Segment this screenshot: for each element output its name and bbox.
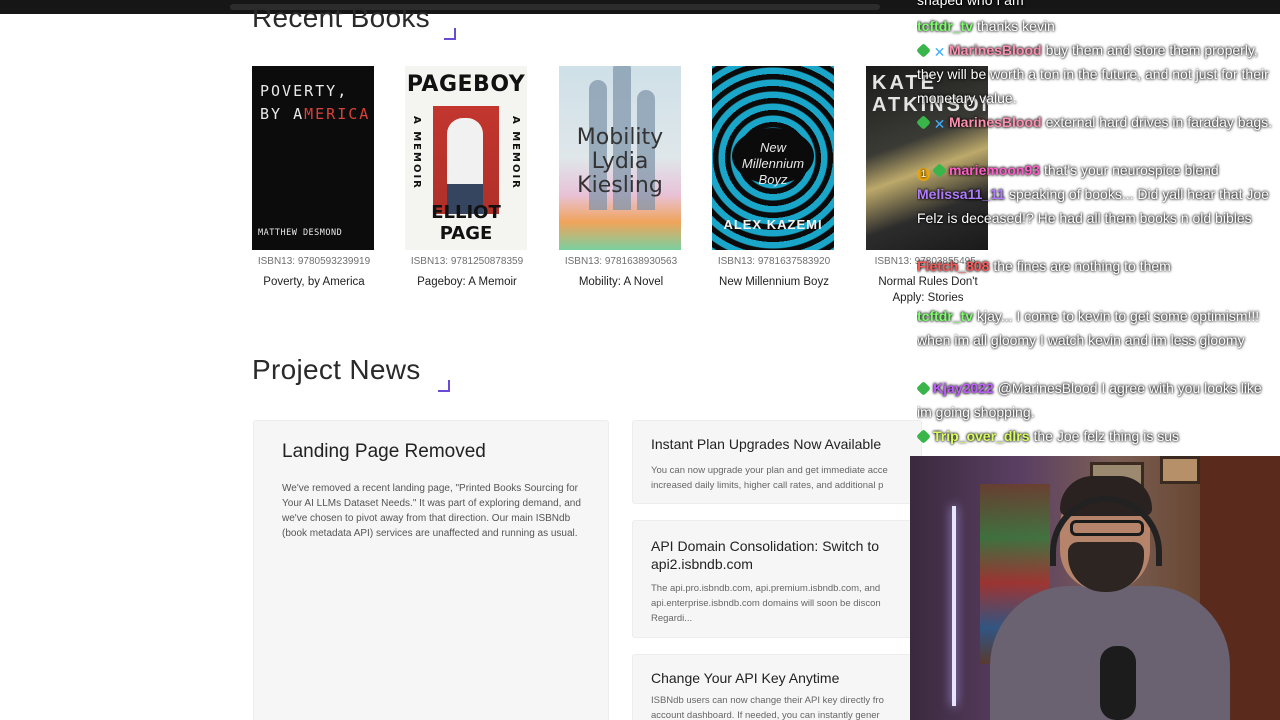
chat-message: ✕ MarinesBlood external hard drives in far… xyxy=(917,110,1273,134)
news-title[interactable]: API Domain Consolidation: Switch to xyxy=(651,537,879,555)
chat-text: thanks kevin xyxy=(977,18,1055,34)
book-card[interactable]: PAGEBOY A MEMOIR A MEMOIR ELLIOT PAGE IS… xyxy=(405,66,529,290)
cover-person-image xyxy=(447,118,483,214)
sword-badge-icon: ✕ xyxy=(933,116,946,132)
cover-side-text: A MEMOIR xyxy=(510,116,521,190)
chat-text: the fines are nothing to them xyxy=(993,258,1171,274)
cover-author: ALEX KAZEMI xyxy=(723,217,823,232)
news-card[interactable]: Instant Plan Upgrades Now Available You … xyxy=(632,420,922,504)
recent-books-heading: Recent Books xyxy=(252,2,430,33)
book-isbn: ISBN13: 9781637583920 xyxy=(717,256,831,267)
microphone-icon xyxy=(1100,646,1136,720)
news-excerpt-line: account dashboard. If needed, you can in… xyxy=(651,710,880,720)
project-news-heading: Project News xyxy=(252,354,421,385)
cover-title: PAGEBOY xyxy=(406,72,526,97)
chat-message: Fletch_808 the fines are nothing to them xyxy=(917,254,1273,278)
cover-title: POVERTY, xyxy=(260,82,349,100)
book-card[interactable]: POVERTY, BY AMERICA MATTHEW DESMOND ISBN1… xyxy=(252,66,376,290)
chat-username[interactable]: Melissa11_11 xyxy=(917,186,1005,202)
news-body: We've removed a recent landing page, "Pr… xyxy=(282,483,581,539)
chat-username[interactable]: tcftdr_tv xyxy=(917,308,973,324)
chat-text: shaped who I am xyxy=(917,0,1024,8)
sub-badge-icon xyxy=(917,115,931,130)
cover-author: MATTHEW DESMOND xyxy=(258,228,343,238)
book-isbn: ISBN13: 9780593239919 xyxy=(257,256,371,267)
heading-accent-mark xyxy=(444,28,456,40)
news-title[interactable]: Instant Plan Upgrades Now Available xyxy=(651,435,881,453)
cover-side-text: A MEMOIR xyxy=(411,116,422,190)
webcam-picture-frame xyxy=(1160,456,1200,484)
book-title[interactable]: Mobility: A Novel xyxy=(559,274,683,290)
chat-message: shaped who I am xyxy=(917,0,1273,12)
chat-message: Trip_over_dlrs the Joe felz thing is sus xyxy=(917,424,1273,448)
news-title[interactable]: api2.isbndb.com xyxy=(651,555,753,573)
sub-badge-icon xyxy=(917,381,931,396)
chat-username[interactable]: mariemoon93 xyxy=(949,162,1040,178)
cover-title: MERICA xyxy=(304,105,371,123)
chat-username[interactable]: tcftdr_tv xyxy=(917,18,973,34)
webcam-light xyxy=(952,506,956,706)
book-cover[interactable]: New Millennium Boyz ALEX KAZEMI xyxy=(712,66,834,250)
bits-badge-icon: 1 xyxy=(917,168,930,181)
chat-message: ✕ MarinesBlood buy them and store them pro… xyxy=(917,38,1273,110)
news-excerpt-line: increased daily limits, higher call rate… xyxy=(651,480,884,491)
sub-badge-icon xyxy=(932,163,947,178)
news-excerpt-line: The api.pro.isbndb.com, api.premium.isbn… xyxy=(651,583,881,594)
book-isbn: ISBN13: 9781250878359 xyxy=(410,256,524,267)
stream-chat-overlay: shaped who I am tcftdr_tv thanks kevin ✕ M… xyxy=(917,0,1277,452)
book-title[interactable]: Poverty, by America xyxy=(252,274,376,290)
book-cover[interactable]: POVERTY, BY AMERICA MATTHEW DESMOND xyxy=(252,66,374,250)
sword-badge-icon: ✕ xyxy=(933,44,946,60)
book-card[interactable]: New Millennium Boyz ALEX KAZEMI ISBN13: … xyxy=(712,66,836,290)
chat-message: Kjay2022 @MarinesBlood I agree with you l… xyxy=(917,376,1273,424)
news-title[interactable]: Change Your API Key Anytime xyxy=(651,669,839,687)
cover-author: ELLIOT PAGE xyxy=(431,202,501,244)
news-featured-card[interactable]: Landing Page Removed We've removed a rec… xyxy=(253,420,609,720)
chat-username[interactable]: Trip_over_dlrs xyxy=(933,428,1030,444)
news-card[interactable]: Change Your API Key Anytime ISBNdb users… xyxy=(632,654,922,720)
sub-badge-icon xyxy=(917,429,931,444)
cover-author: Lydia xyxy=(591,149,649,174)
heading-accent-mark xyxy=(438,380,450,392)
news-title[interactable]: Landing Page Removed xyxy=(282,441,486,463)
chat-username[interactable]: MarinesBlood xyxy=(949,114,1042,130)
book-cover[interactable]: Mobility Lydia Kiesling xyxy=(559,66,681,250)
book-title[interactable]: Pageboy: A Memoir xyxy=(405,274,529,290)
chat-text: external hard drives in faraday bags. xyxy=(1045,114,1273,130)
cover-title: Mobility xyxy=(576,125,664,150)
chat-username[interactable]: Fletch_808 xyxy=(917,258,989,274)
book-card[interactable]: Mobility Lydia Kiesling ISBN13: 9781638930… xyxy=(559,66,683,290)
news-excerpt-line: Regardi... xyxy=(651,613,693,624)
chat-text: the Joe felz thing is sus xyxy=(1033,428,1180,444)
chat-username[interactable]: Kjay2022 xyxy=(933,380,994,396)
chat-username[interactable]: MarinesBlood xyxy=(949,42,1042,58)
book-isbn: ISBN13: 9781638930563 xyxy=(564,256,678,267)
chat-text: that's your neurospice blend xyxy=(1044,162,1219,178)
news-excerpt-line: You can now upgrade your plan and get im… xyxy=(651,465,888,476)
chat-message: tcftdr_tv kjay... I come to kevin to get … xyxy=(917,304,1273,352)
news-card[interactable]: API Domain Consolidation: Switch to api2… xyxy=(632,520,922,638)
chat-message: Melissa11_11 speaking of books... Did yal… xyxy=(917,182,1273,230)
book-cover[interactable]: PAGEBOY A MEMOIR A MEMOIR ELLIOT PAGE xyxy=(405,66,527,250)
chat-message: 1 mariemoon93 that's your neurospice blend xyxy=(917,158,1273,182)
book-title[interactable]: New Millennium Boyz xyxy=(712,274,836,290)
news-excerpt-line: ISBNdb users can now change their API ke… xyxy=(651,695,884,706)
cover-author: Kiesling xyxy=(577,173,663,198)
chat-message: tcftdr_tv thanks kevin xyxy=(917,14,1273,38)
news-excerpt-line: api.enterprise.isbndb.com domains will s… xyxy=(651,598,881,609)
webcam-overlay xyxy=(910,456,1280,720)
sub-badge-icon xyxy=(917,43,931,58)
cover-title: BY A xyxy=(260,105,305,123)
cover-title: New Millennium Boyz xyxy=(732,128,814,187)
